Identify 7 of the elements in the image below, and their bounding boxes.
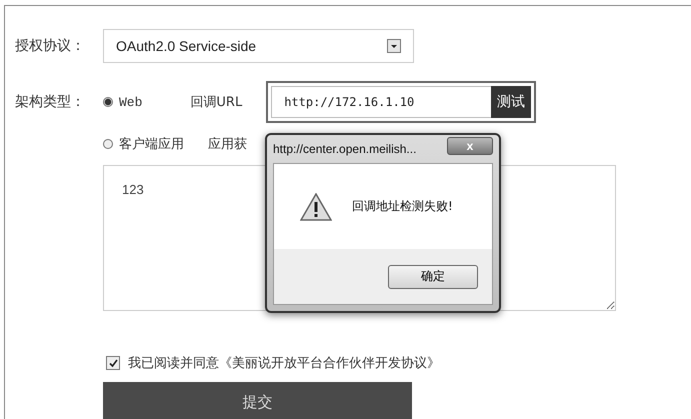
dialog-message: 回调地址检测失败! (352, 198, 453, 215)
field-label: 授权协议： (15, 37, 86, 55)
field-label: 应用获 (208, 136, 247, 153)
agreement-text: 我已阅读并同意《美丽说开放平台合作伙伴开发协议》 (128, 355, 440, 372)
dialog-title: http://center.open.meilish... (273, 142, 416, 156)
field-label: 回调URL (190, 94, 242, 111)
field-label: 架构类型： (15, 93, 86, 111)
